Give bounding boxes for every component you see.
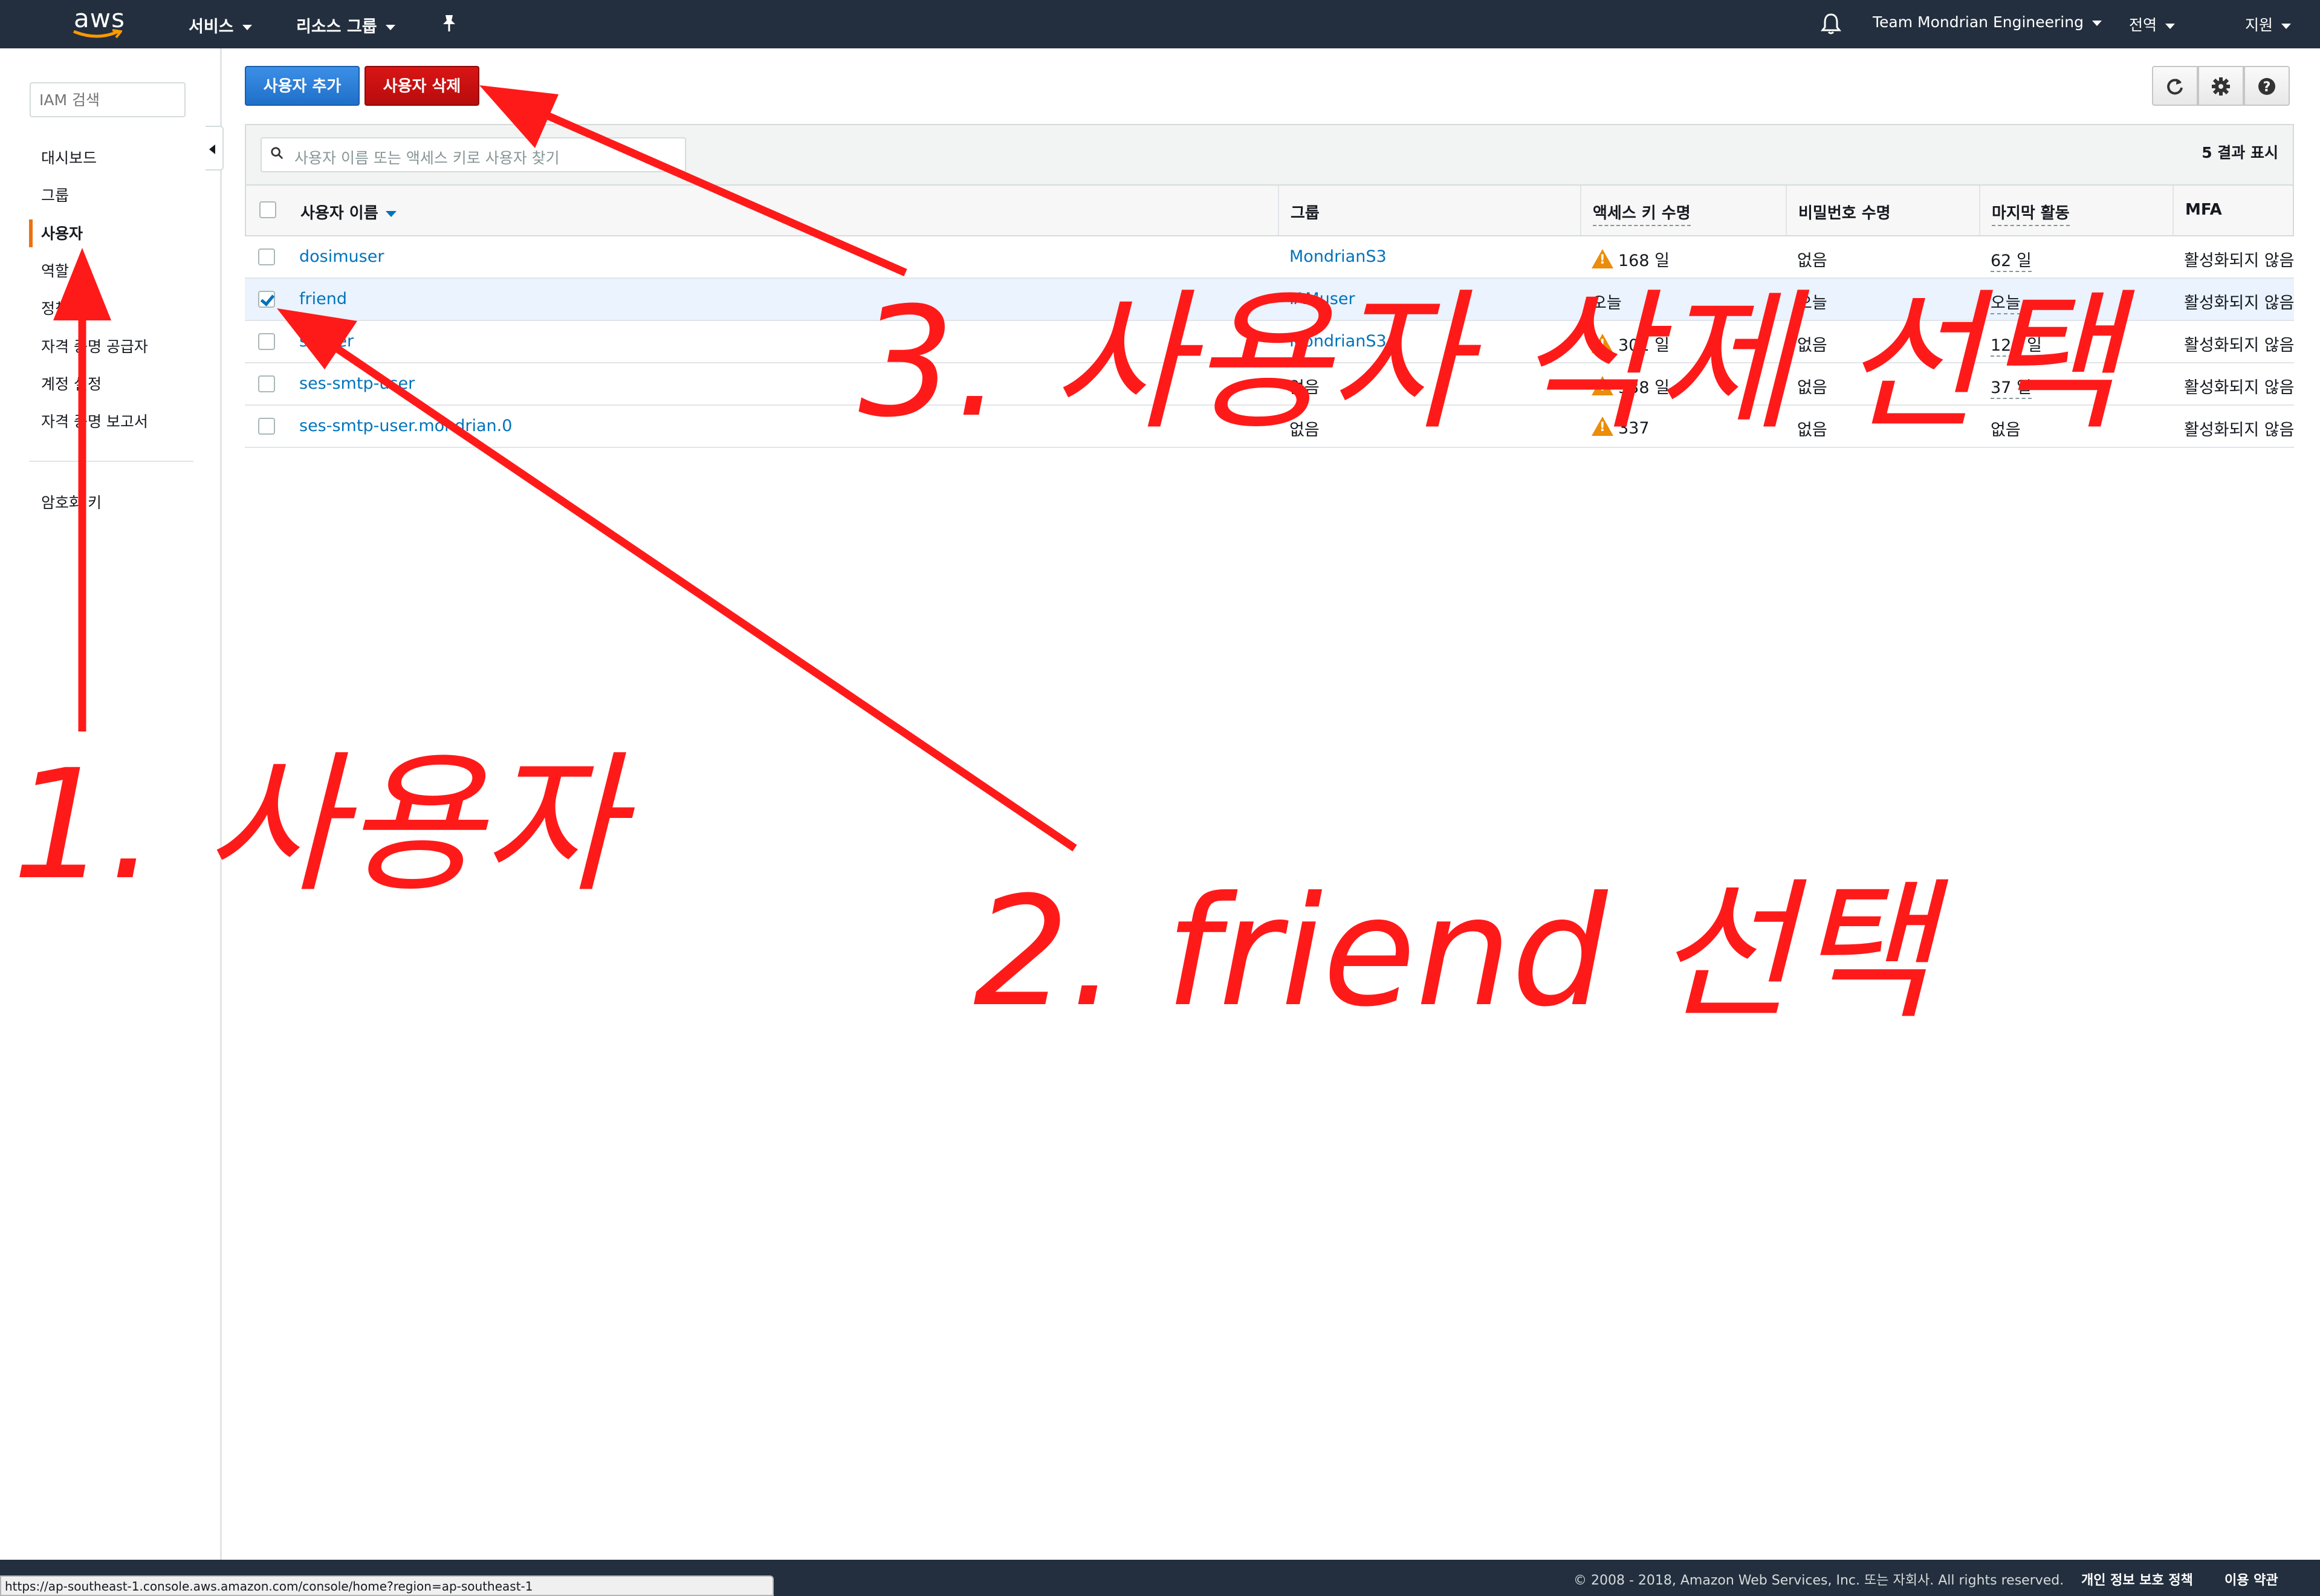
username-link[interactable]: ses-smtp-user: [299, 374, 415, 393]
group-link[interactable]: MondrianS3: [1289, 247, 1387, 266]
sidebar-collapse-button[interactable]: [206, 126, 224, 170]
column-header-groups[interactable]: 그룹: [1291, 201, 1320, 223]
sidebar-item-dashboard[interactable]: 대시보드: [41, 146, 97, 168]
column-header-password-age[interactable]: 비밀번호 수명: [1798, 201, 1891, 223]
column-separator: [1278, 186, 1279, 235]
mfa-cell: 활성화되지 않음: [2184, 251, 2295, 270]
aws-logo[interactable]: aws: [71, 4, 132, 42]
password-age-cell: 없음: [1797, 251, 1827, 270]
username-link[interactable]: dosimuser: [299, 247, 384, 266]
access-key-age-cell: 168 일: [1592, 247, 1670, 271]
active-nav-indicator: [29, 219, 33, 247]
row-checkbox[interactable]: [258, 418, 275, 435]
column-separator: [1979, 186, 1980, 235]
user-search-placeholder: 사용자 이름 또는 액세스 키로 사용자 찾기: [294, 149, 560, 167]
mfa-cell: 활성화되지 않음: [2184, 421, 2295, 440]
annotation-step3: 3. 사용자 삭제 선택: [858, 274, 2120, 450]
column-header-access-key-age[interactable]: 액세스 키 수명: [1593, 201, 1691, 226]
sidebar-item-credential-report[interactable]: 자격 증명 보고서: [41, 410, 148, 432]
copyright-text: © 2008 - 2018, Amazon Web Services, Inc.…: [1573, 1573, 2064, 1588]
top-navigation-bar: aws 서비스 리소스 그룹 Team Mondrian Engineering…: [0, 0, 2320, 48]
pin-icon[interactable]: [440, 13, 458, 34]
sidebar-divider: [29, 461, 193, 462]
annotation-step1: 1. 사용자: [12, 737, 621, 913]
chevron-down-icon: [242, 25, 252, 30]
services-menu[interactable]: 서비스: [189, 13, 252, 37]
delete-user-button[interactable]: 사용자 삭제: [365, 66, 479, 106]
search-icon: [271, 147, 284, 160]
username-link[interactable]: s3user: [299, 332, 354, 351]
column-separator: [1786, 186, 1787, 235]
chevron-down-icon: [2092, 20, 2102, 26]
sort-desc-icon: [385, 210, 397, 217]
sidebar-item-account-settings[interactable]: 계정 설정: [41, 372, 102, 394]
row-checkbox-checked[interactable]: [258, 291, 275, 308]
refresh-icon: [2167, 79, 2183, 95]
mfa-cell: 활성화되지 않음: [2184, 336, 2295, 355]
chevron-down-icon: [385, 25, 395, 30]
bell-icon[interactable]: [1821, 12, 1841, 35]
annotation-step2: 2. friend 선택: [973, 864, 1934, 1040]
result-count: 5 결과 표시: [2202, 144, 2278, 161]
last-activity-cell: 62 일: [1991, 247, 2032, 272]
row-checkbox[interactable]: [258, 333, 275, 350]
help-icon: ?: [2258, 78, 2275, 95]
privacy-policy-link[interactable]: 개인 정보 보호 정책: [2081, 1569, 2193, 1589]
support-menu[interactable]: 지원: [2245, 13, 2292, 35]
table-filter-panel: 사용자 이름 또는 액세스 키로 사용자 찾기 5 결과 표시: [245, 124, 2294, 184]
svg-text:?: ?: [2263, 80, 2271, 95]
refresh-button[interactable]: [2152, 66, 2198, 106]
aws-smile-icon: [73, 29, 122, 39]
mfa-cell: 활성화되지 않음: [2184, 294, 2295, 313]
username-link[interactable]: ses-smtp-user.mondrian.0: [299, 417, 512, 435]
settings-button[interactable]: [2198, 66, 2244, 106]
column-header-mfa[interactable]: MFA: [2185, 201, 2222, 219]
sidebar-item-groups[interactable]: 그룹: [41, 184, 69, 206]
row-checkbox[interactable]: [258, 375, 275, 392]
resource-groups-menu[interactable]: 리소스 그룹: [296, 13, 395, 37]
account-menu[interactable]: Team Mondrian Engineering: [1873, 13, 2102, 31]
mfa-cell: 활성화되지 않음: [2184, 378, 2295, 397]
sidebar-item-identity-providers[interactable]: 자격 증명 공급자: [41, 335, 148, 357]
username-link[interactable]: friend: [299, 290, 347, 308]
row-checkbox[interactable]: [258, 248, 275, 265]
sidebar-item-roles[interactable]: 역할: [41, 259, 69, 281]
users-table-header: 사용자 이름 그룹 액세스 키 수명 비밀번호 수명 마지막 활동 MFA: [245, 184, 2294, 236]
column-separator: [2173, 186, 2174, 235]
region-menu[interactable]: 전역: [2129, 13, 2176, 35]
column-header-username[interactable]: 사용자 이름: [300, 201, 397, 223]
user-search-input[interactable]: 사용자 이름 또는 액세스 키로 사용자 찾기: [261, 137, 686, 172]
iam-search-input[interactable]: [30, 82, 186, 117]
browser-status-url: https://ap-southeast-1.console.aws.amazo…: [0, 1575, 774, 1596]
terms-link[interactable]: 이용 약관: [2224, 1569, 2278, 1589]
column-header-last-activity[interactable]: 마지막 활동: [1992, 201, 2070, 226]
chevron-down-icon: [2165, 23, 2176, 29]
help-button[interactable]: ?: [2244, 66, 2290, 106]
sidebar-item-encryption-keys[interactable]: 암호화 키: [41, 491, 102, 513]
select-all-checkbox[interactable]: [259, 201, 276, 218]
gear-icon: [2212, 77, 2230, 96]
chevron-down-icon: [2281, 23, 2292, 29]
add-user-button[interactable]: 사용자 추가: [245, 66, 360, 106]
warning-icon: [1592, 249, 1613, 268]
sidebar-item-policies[interactable]: 정책: [41, 297, 69, 319]
column-separator: [1580, 186, 1581, 235]
sidebar-item-users[interactable]: 사용자: [41, 222, 83, 244]
table-row[interactable]: dosimuser MondrianS3 168 일 없음 62 일 활성화되지…: [245, 236, 2294, 279]
